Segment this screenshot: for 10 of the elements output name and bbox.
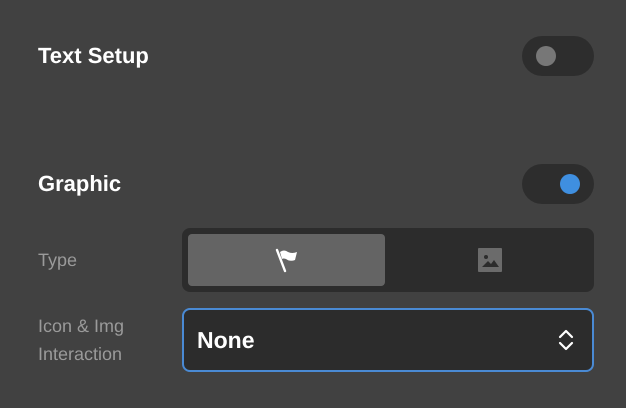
- image-icon: [478, 248, 502, 272]
- chevron-updown-icon: [558, 329, 574, 351]
- flag-icon: [274, 247, 300, 273]
- toggle-switch[interactable]: [522, 36, 594, 76]
- section-title: Text Setup: [38, 43, 149, 69]
- select-dropdown[interactable]: None: [182, 308, 594, 372]
- field-label: Icon & Img Interaction: [38, 315, 126, 366]
- field-label: Type: [38, 249, 78, 272]
- section-title: Graphic: [38, 171, 122, 197]
- toggle-switch[interactable]: [522, 164, 594, 204]
